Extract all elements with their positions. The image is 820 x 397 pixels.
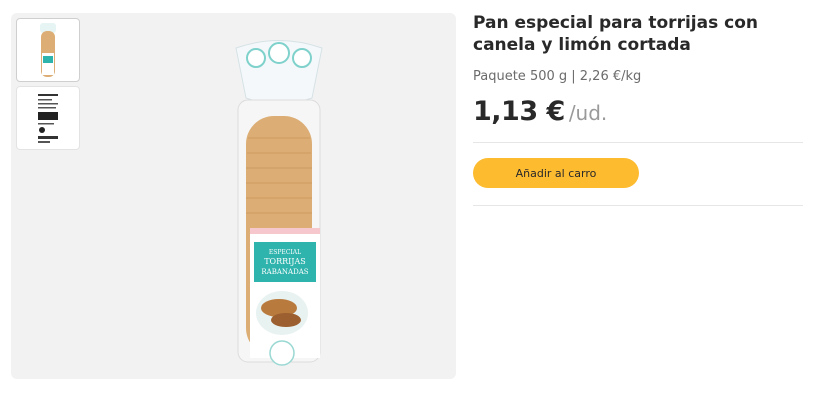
bread-thumbnail-icon <box>40 23 56 77</box>
label-text-line3: RABANADAS <box>261 268 308 276</box>
thumbnail-list <box>16 18 82 154</box>
thumbnail-nutrition-label[interactable] <box>16 86 80 150</box>
product-price: 1,13 € <box>473 96 565 127</box>
product-package-info: Paquete 500 g | 2,26 €/kg <box>473 69 642 84</box>
product-main-image[interactable]: ESPECIAL TORRIJAS RABANADAS <box>224 28 334 368</box>
label-text-line1: ESPECIAL <box>269 249 301 256</box>
divider-top <box>473 142 803 143</box>
thumbnail-bread-front[interactable] <box>16 18 80 82</box>
price-row: 1,13 € /ud. <box>473 96 803 127</box>
label-text-line2: TORRIJAS <box>264 257 306 266</box>
price-unit: /ud. <box>568 101 608 125</box>
product-info: Pan especial para torrijas con canela y … <box>473 12 803 127</box>
add-to-cart-button[interactable]: Añadir al carro <box>473 158 639 188</box>
divider-bottom <box>473 205 803 206</box>
nutrition-label-thumbnail-icon <box>36 90 60 146</box>
product-title: Pan especial para torrijas con canela y … <box>473 13 758 55</box>
